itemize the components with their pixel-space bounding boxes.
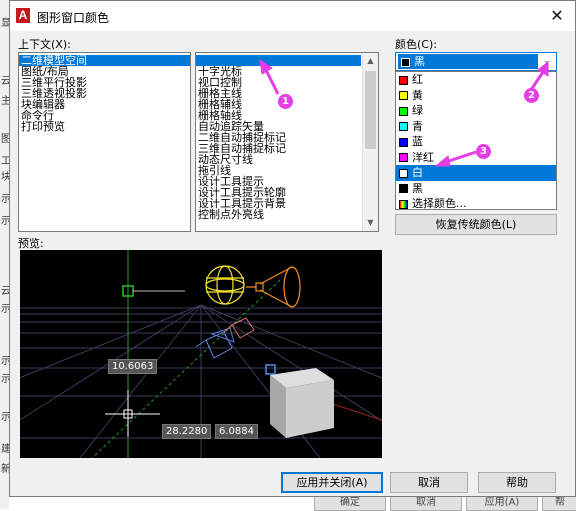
dimension-value: 6.0884 — [215, 424, 258, 439]
color-swatch-icon — [399, 153, 408, 162]
color-option-label: 黄 — [412, 88, 423, 102]
preview-label: 预览: — [18, 237, 44, 250]
color-swatch-icon — [399, 75, 408, 85]
color-option-cyan[interactable]: 青 — [396, 119, 556, 135]
dimension-value: 28.2280 — [162, 424, 212, 439]
blue-grip-icon — [265, 364, 276, 375]
scroll-thumb[interactable] — [365, 71, 376, 149]
title-bar[interactable]: A 图形窗口颜色 ✕ — [10, 1, 575, 31]
camera-target-icon — [223, 317, 255, 339]
point-light-icon — [205, 265, 245, 305]
color-option-label: 洋红 — [412, 150, 434, 164]
context-label: 上下文(X): — [18, 38, 71, 51]
color-option-select-color[interactable]: 选择颜色... — [396, 196, 556, 210]
color-option-label: 白 — [412, 166, 423, 179]
color-swatch-icon — [399, 106, 408, 116]
color-swatch-icon — [399, 168, 408, 178]
preview-viewport: 10.6063 28.2280 6.0884 — [20, 250, 382, 458]
interface-element-scrollbar[interactable]: ▲ ▼ — [362, 53, 378, 231]
spotlight-icon — [246, 266, 301, 308]
color-option-label: 红 — [412, 73, 423, 86]
color-option-label: 选择颜色... — [412, 197, 467, 210]
annotation-marker: 1 — [278, 94, 293, 109]
scroll-up-icon[interactable]: ▲ — [363, 53, 378, 69]
graphics-window-colors-dialog: A 图形窗口颜色 ✕ 上下文(X): 二维模型空间 图纸/布局 三维平行投影 三… — [9, 0, 576, 497]
background-button-row: 确定 取消 应用(A) 帮 — [290, 496, 576, 511]
color-option-label: 绿 — [412, 104, 423, 117]
color-current-label: 黑 — [414, 55, 425, 68]
color-swatch-icon — [399, 91, 408, 100]
color-option-label: 黑 — [412, 181, 423, 195]
autocad-logo-icon: A — [16, 8, 30, 23]
color-swatch-icon — [399, 184, 408, 193]
dimension-value: 10.6063 — [108, 359, 158, 374]
scroll-down-icon[interactable]: ▼ — [363, 215, 378, 231]
color-current-value: 黑 — [398, 54, 538, 69]
dialog-title: 图形窗口颜色 — [37, 11, 110, 25]
color-swatch-icon — [399, 137, 408, 147]
interface-element-list[interactable]: 十字光标 视口控制 栅格主线 栅格辅线 栅格轴线 自动追踪矢量 二维自动捕捉标记… — [195, 52, 379, 232]
color-swatch-icon — [401, 57, 410, 67]
crosshair-cursor-icon — [105, 390, 160, 437]
color-dropdown[interactable]: 黑 ⌄ — [395, 52, 557, 71]
interface-element-item[interactable]: 控制点外亮线 — [196, 209, 378, 220]
color-label: 颜色(C): — [395, 38, 437, 51]
annotation-marker: 3 — [476, 144, 491, 159]
restore-classic-colors-button[interactable]: 恢复传统颜色(L) — [395, 214, 557, 235]
annotation-marker: 2 — [524, 88, 539, 103]
gray-cube — [270, 368, 334, 438]
color-option-white[interactable]: 白 — [396, 165, 556, 181]
color-option-label: 青 — [412, 119, 423, 133]
background-window-strip: 显 云 主 图 工 块 示 示 云 示 示 示 示 建 新 — [0, 0, 11, 509]
apply-and-close-button[interactable]: 应用并关闭(A) — [281, 472, 383, 493]
cancel-button[interactable]: 取消 — [390, 472, 468, 493]
context-item[interactable]: 打印预览 — [19, 121, 190, 132]
chevron-down-icon[interactable]: ⌄ — [540, 54, 554, 69]
color-option-red[interactable]: 红 — [396, 72, 556, 88]
color-option-green[interactable]: 绿 — [396, 103, 556, 119]
context-list[interactable]: 二维模型空间 图纸/布局 三维平行投影 三维透视投影 块编辑器 命令行 打印预览 — [18, 52, 191, 232]
color-option-label: 蓝 — [412, 135, 423, 148]
color-option-black[interactable]: 黑 — [396, 181, 556, 197]
color-wheel-icon — [399, 199, 408, 209]
help-button[interactable]: 帮助 — [478, 472, 556, 493]
close-button[interactable]: ✕ — [547, 6, 567, 26]
color-swatch-icon — [399, 122, 408, 131]
